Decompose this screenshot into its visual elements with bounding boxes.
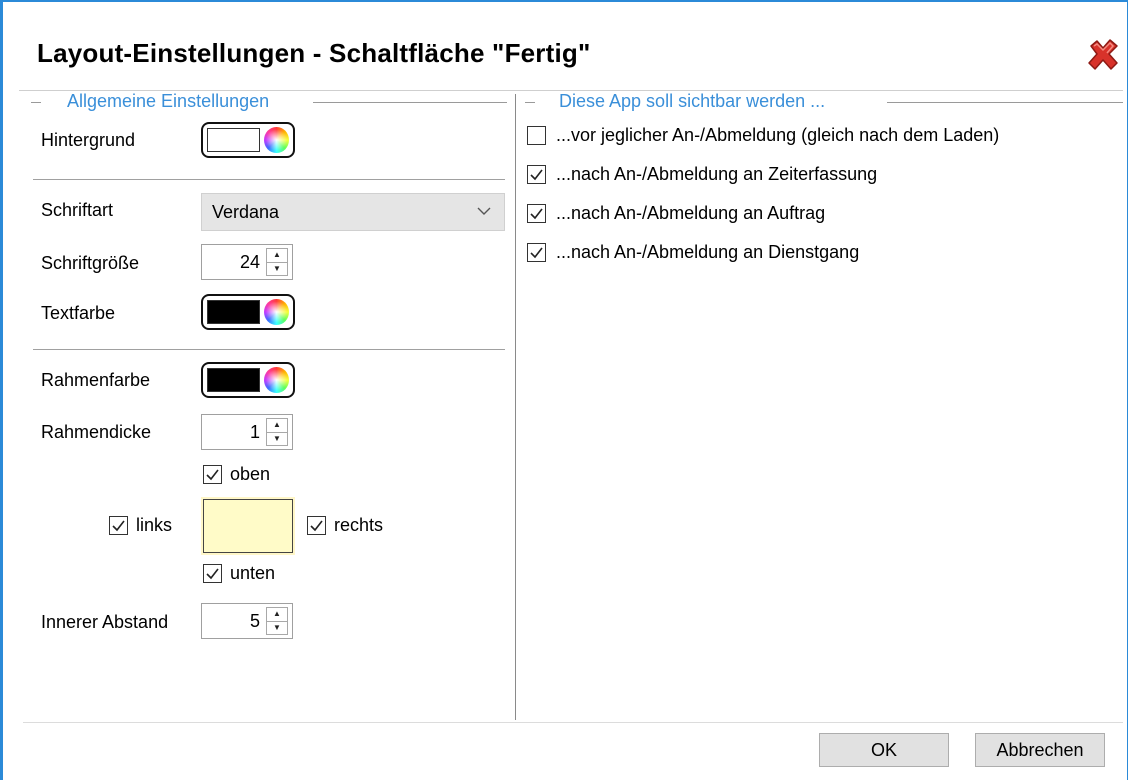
visibility-checkbox-0[interactable]: [527, 126, 546, 145]
visibility-option-0[interactable]: ...vor jeglicher An-/Abmeldung (gleich n…: [527, 125, 999, 146]
text-color-picker[interactable]: [201, 294, 295, 330]
stepper-up-icon[interactable]: ▲: [267, 249, 287, 262]
font-label: Schriftart: [41, 200, 114, 220]
visibility-label-0: ...vor jeglicher An-/Abmeldung (gleich n…: [556, 125, 1000, 145]
border-left-label: links: [136, 515, 173, 535]
color-wheel-icon: [264, 127, 289, 153]
visibility-checkbox-2[interactable]: [527, 204, 546, 223]
border-bottom-label: unten: [230, 563, 276, 583]
background-swatch: [207, 128, 261, 152]
borderwidth-stepper-buttons[interactable]: ▲ ▼: [266, 418, 288, 446]
dialog-title: Layout-Einstellungen - Schaltfläche "Fer…: [37, 38, 591, 68]
border-right-label: rechts: [334, 515, 384, 535]
chevron-down-icon: [476, 203, 492, 224]
border-top-option[interactable]: oben: [203, 464, 270, 485]
textcolor-label: Textfarbe: [41, 303, 116, 323]
visibility-label-1: ...nach An-/Abmeldung an Zeiterfassung: [556, 164, 878, 184]
padding-stepper-buttons[interactable]: ▲ ▼: [266, 607, 288, 635]
border-color-swatch: [207, 368, 261, 392]
font-select-value: Verdana: [212, 201, 280, 222]
fontsize-label: Schriftgröße: [41, 253, 140, 273]
visibility-label-3: ...nach An-/Abmeldung an Dienstgang: [556, 242, 860, 262]
color-wheel-icon: [264, 367, 289, 393]
visibility-label-2: ...nach An-/Abmeldung an Auftrag: [556, 203, 826, 223]
border-right-option[interactable]: rechts: [307, 515, 383, 536]
color-wheel-icon: [264, 299, 289, 325]
footer-divider: [23, 722, 1123, 723]
visibility-option-3[interactable]: ...nach An-/Abmeldung an Dienstgang: [527, 242, 859, 263]
visibility-option-1[interactable]: ...nach An-/Abmeldung an Zeiterfassung: [527, 164, 877, 185]
group-line-left-a: [31, 102, 41, 103]
visibility-option-2[interactable]: ...nach An-/Abmeldung an Auftrag: [527, 203, 825, 224]
stepper-down-icon[interactable]: ▼: [267, 431, 287, 446]
visibility-checkbox-1[interactable]: [527, 165, 546, 184]
background-label: Hintergrund: [41, 130, 136, 150]
border-bottom-option[interactable]: unten: [203, 563, 275, 584]
group-caption-visibility: Diese App soll sichtbar werden ...: [555, 91, 830, 112]
group-line-left-b: [313, 102, 507, 103]
borderwidth-value: 1: [249, 421, 260, 442]
fontsize-stepper-buttons[interactable]: ▲ ▼: [266, 248, 288, 276]
group-line-right-b: [887, 102, 1123, 103]
borderwidth-label: Rahmendicke: [41, 422, 152, 442]
border-right-checkbox[interactable]: [307, 516, 326, 535]
ok-button[interactable]: OK: [819, 733, 949, 767]
close-icon[interactable]: [1086, 38, 1120, 72]
stepper-down-icon[interactable]: ▼: [267, 261, 287, 276]
borderwidth-stepper[interactable]: 1 ▲ ▼: [201, 414, 293, 450]
padding-stepper[interactable]: 5 ▲ ▼: [201, 603, 293, 639]
font-select[interactable]: Verdana: [201, 193, 505, 231]
separator-2: [33, 349, 505, 350]
fontsize-stepper[interactable]: 24 ▲ ▼: [201, 244, 293, 280]
dialog-window: Layout-Einstellungen - Schaltfläche "Fer…: [0, 0, 1128, 780]
border-color-picker[interactable]: [201, 362, 295, 398]
cancel-button[interactable]: Abbrechen: [975, 733, 1105, 767]
border-top-checkbox[interactable]: [203, 465, 222, 484]
padding-label: Innerer Abstand: [41, 612, 169, 632]
border-left-checkbox[interactable]: [109, 516, 128, 535]
border-preview-box: [203, 499, 293, 553]
group-line-right-a: [525, 102, 535, 103]
padding-value: 5: [249, 610, 260, 631]
column-divider: [515, 94, 516, 720]
stepper-down-icon[interactable]: ▼: [267, 620, 287, 635]
visibility-checkbox-3[interactable]: [527, 243, 546, 262]
border-left-option[interactable]: links: [109, 515, 172, 536]
border-bottom-checkbox[interactable]: [203, 564, 222, 583]
text-color-swatch: [207, 300, 261, 324]
bordercolor-label: Rahmenfarbe: [41, 370, 151, 390]
stepper-up-icon[interactable]: ▲: [267, 608, 287, 621]
fontsize-value: 24: [239, 251, 260, 272]
separator-1: [33, 179, 505, 180]
stepper-up-icon[interactable]: ▲: [267, 419, 287, 432]
background-color-picker[interactable]: [201, 122, 295, 158]
group-caption-general: Allgemeine Einstellungen: [63, 91, 274, 112]
border-top-label: oben: [230, 464, 271, 484]
